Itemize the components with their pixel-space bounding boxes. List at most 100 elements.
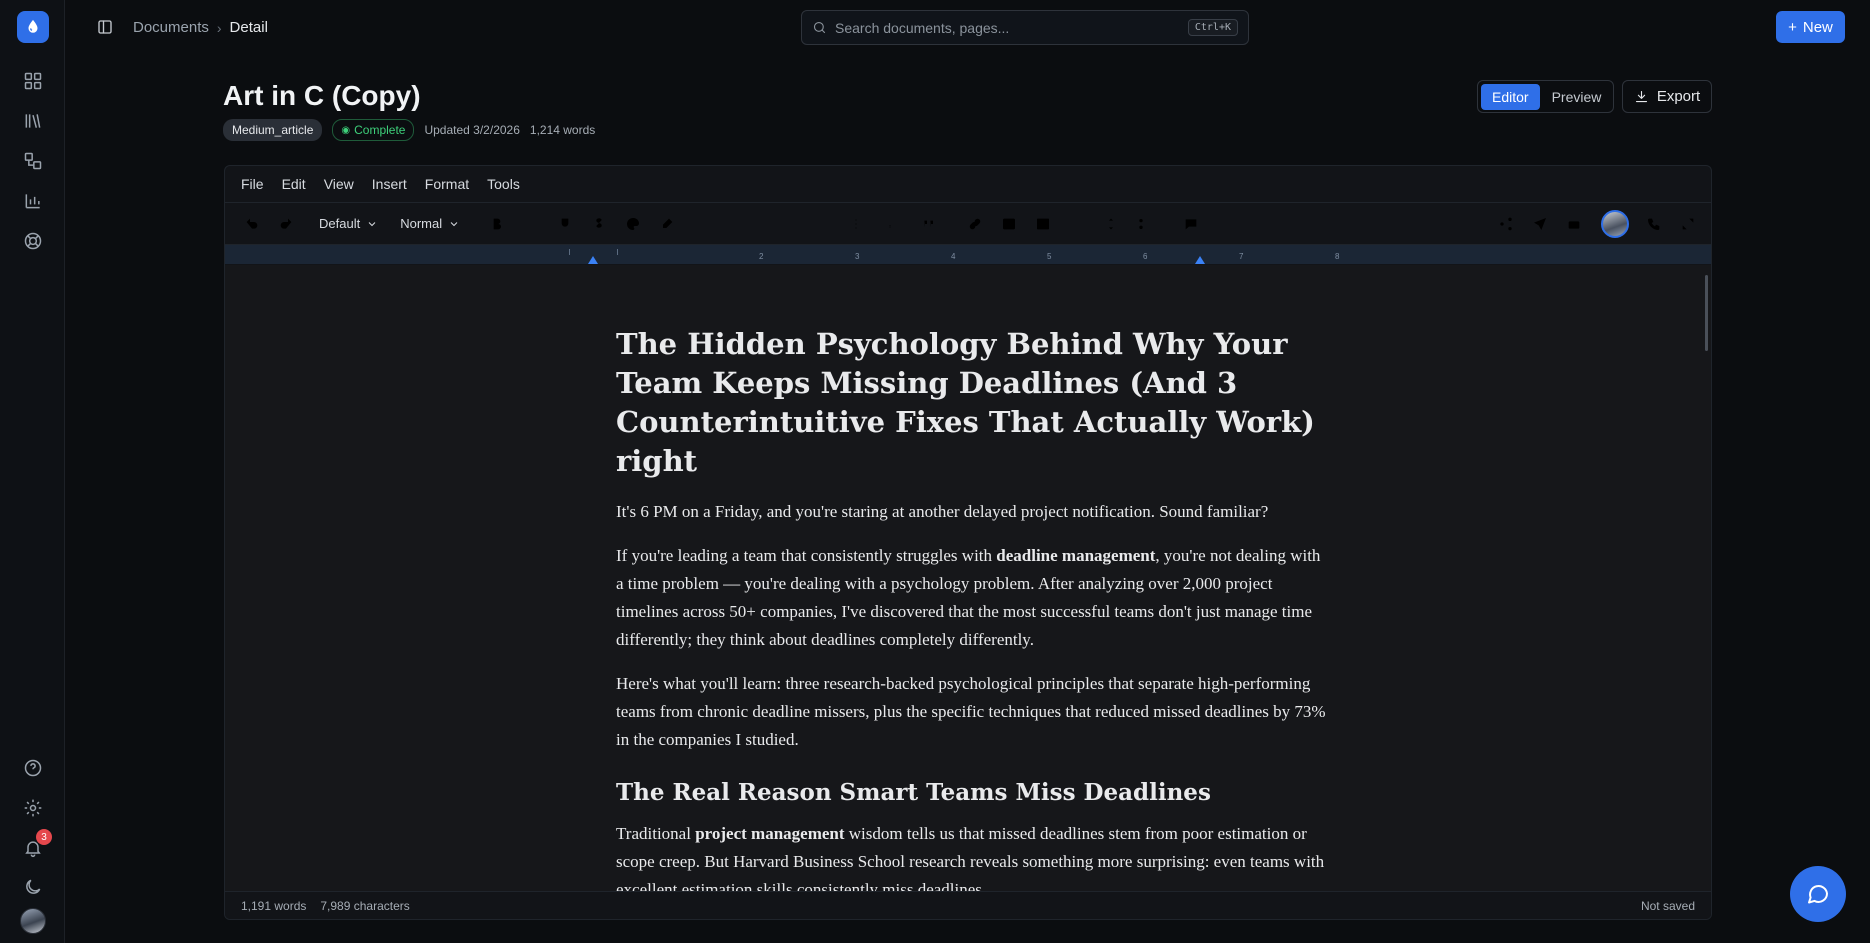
format-toolbar: Default Normal [225, 203, 1711, 244]
download-icon [1634, 89, 1649, 104]
divider-icon[interactable] [1098, 211, 1124, 237]
section-heading: The Real Reason Smart Teams Miss Deadlin… [616, 779, 1211, 806]
article-body[interactable]: The Hidden Psychology Behind Why Your Te… [616, 325, 1326, 892]
help-lifebuoy-icon[interactable] [22, 230, 44, 252]
status-badge: ◉ Complete [332, 119, 415, 141]
align-center-icon[interactable] [734, 211, 760, 237]
editor-tab[interactable]: Editor [1481, 83, 1540, 110]
comment-icon[interactable] [1178, 211, 1204, 237]
ai-bot-icon[interactable] [1561, 211, 1587, 237]
menu-insert[interactable]: Insert [372, 176, 407, 192]
numbered-list-icon[interactable] [882, 211, 908, 237]
ruler-tick [617, 249, 618, 255]
save-state: Not saved [1640, 898, 1695, 913]
app-logo-icon[interactable] [17, 11, 49, 43]
chevron-right-icon: › [216, 19, 222, 36]
document-title[interactable]: Art in C (Copy) [223, 80, 421, 112]
collaborator-avatar[interactable] [1601, 210, 1629, 238]
user-avatar[interactable] [20, 908, 46, 934]
new-button[interactable]: + New [1776, 11, 1845, 43]
horizontal-rule-icon[interactable] [1064, 211, 1090, 237]
status-char-count: 7,989 characters [320, 898, 410, 913]
analytics-icon[interactable] [22, 190, 44, 212]
sidebar-toggle-icon[interactable] [96, 18, 114, 36]
link-icon[interactable] [962, 211, 988, 237]
menu-format[interactable]: Format [425, 176, 469, 192]
dashboard-icon[interactable] [22, 70, 44, 92]
top-bar: Documents › Detail Search documents, pag… [65, 0, 1870, 55]
shapes-icon[interactable] [22, 150, 44, 172]
align-justify-icon[interactable] [802, 211, 828, 237]
updated-date: Updated 3/2/2026 [424, 123, 520, 137]
question-icon[interactable] [22, 757, 44, 779]
menu-file[interactable]: File [241, 176, 264, 192]
chevron-down-icon [450, 221, 458, 226]
ruler-number: 2 [759, 252, 764, 261]
export-button[interactable]: Export [1622, 80, 1712, 113]
phone-call-icon[interactable] [1641, 211, 1667, 237]
ruler-number: 7 [1239, 252, 1244, 261]
table-icon[interactable] [1030, 211, 1056, 237]
align-right-icon[interactable] [768, 211, 794, 237]
align-left-icon[interactable] [700, 211, 726, 237]
share-icon[interactable] [1493, 211, 1519, 237]
chat-button[interactable] [1790, 866, 1846, 922]
toolbar-right [1493, 210, 1701, 238]
status-bar: 1,191 words 7,989 characters Not saved [225, 891, 1711, 919]
export-label: Export [1656, 88, 1701, 105]
redo-icon[interactable] [273, 211, 299, 237]
image-icon[interactable] [996, 211, 1022, 237]
ruler-tick [569, 249, 570, 255]
ruler-left-indent-marker[interactable] [588, 256, 598, 264]
ruler-number: 3 [855, 252, 860, 261]
paragraph-3: Here's what you'll learn: three research… [616, 674, 1326, 749]
ruler-number: 8 [1335, 252, 1340, 261]
settings-gear-icon[interactable] [22, 797, 44, 819]
ruler-number: 5 [1047, 252, 1052, 261]
scrollbar[interactable] [1705, 275, 1708, 351]
page-break-icon[interactable] [1132, 211, 1158, 237]
menu-edit[interactable]: Edit [282, 176, 306, 192]
search-bar[interactable]: Search documents, pages... Ctrl+K [801, 10, 1249, 45]
style-select[interactable]: Normal [400, 216, 460, 231]
breadcrumb-documents-link[interactable]: Documents [133, 19, 209, 36]
font-select-value: Default [319, 216, 361, 231]
ruler-number: 4 [951, 252, 956, 261]
library-icon[interactable] [22, 110, 44, 132]
undo-icon[interactable] [239, 211, 265, 237]
text-color-palette-icon[interactable] [620, 211, 646, 237]
style-select-value: Normal [400, 216, 443, 231]
bullet-list-icon[interactable] [848, 211, 874, 237]
menu-view[interactable]: View [324, 176, 354, 192]
menu-bar: File Edit View Insert Format Tools [225, 166, 1711, 203]
ruler-number: 6 [1143, 252, 1148, 261]
menu-tools[interactable]: Tools [487, 176, 520, 192]
paragraph-2: If you're leading a team that consistent… [616, 542, 1326, 654]
ruler-right-indent-marker[interactable] [1195, 256, 1205, 264]
status-label: Complete [354, 123, 406, 137]
italic-icon[interactable] [518, 211, 544, 237]
left-rail: 3 [0, 0, 65, 943]
blockquote-icon[interactable] [916, 211, 942, 237]
theme-moon-icon[interactable] [22, 876, 44, 898]
underline-icon[interactable] [552, 211, 578, 237]
bold-icon[interactable] [484, 211, 510, 237]
p4-bold: project management [695, 824, 845, 843]
fullscreen-icon[interactable] [1675, 211, 1701, 237]
send-icon[interactable] [1527, 211, 1553, 237]
ruler: 2 3 4 5 6 7 8 [225, 244, 1711, 264]
check-circle-icon: ◉ [341, 124, 351, 136]
highlight-icon[interactable] [654, 211, 680, 237]
strikethrough-icon[interactable] [586, 211, 612, 237]
p4-text-a: Traditional [616, 824, 696, 843]
p2-text-a: If you're leading a team that consistent… [616, 546, 997, 565]
plus-icon: + [1788, 18, 1797, 36]
search-shortcut: Ctrl+K [1187, 19, 1238, 36]
preview-tab[interactable]: Preview [1544, 84, 1610, 110]
chat-bubble-icon [1806, 882, 1830, 906]
word-count: 1,214 words [529, 123, 596, 137]
document-page[interactable]: The Hidden Psychology Behind Why Your Te… [225, 265, 1711, 892]
document-meta: Medium_article ◉ Complete Updated 3/2/20… [223, 119, 595, 141]
paragraph-1: It's 6 PM on a Friday, and you're starin… [616, 502, 1269, 521]
font-select[interactable]: Default [319, 216, 378, 231]
